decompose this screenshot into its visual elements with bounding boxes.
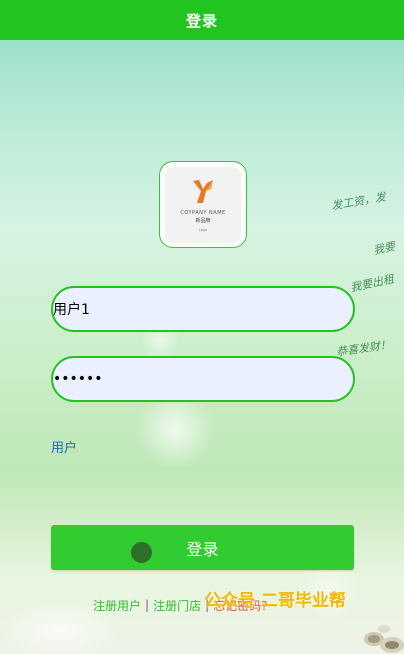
app-logo: COYPANY NAME 新品牌 Logo [159,161,247,248]
password-field[interactable] [51,356,355,402]
seashell-decoration-icon [364,625,404,653]
username-input[interactable] [53,288,353,330]
username-field[interactable] [51,286,355,332]
decor-text: 我要 [371,239,397,258]
register-user-link[interactable]: 注册用户 [93,597,141,614]
decor-text: 我要出租 [349,272,395,295]
decor-text: 恭喜发财！ [335,338,392,359]
app-header: 登录 [0,0,404,40]
link-separator: | [145,598,150,612]
role-user-link[interactable]: 用户 [51,437,77,456]
decor-text: 发工资，发 [330,190,387,213]
logo-brand-cn: 新品牌 [195,218,211,224]
password-input[interactable] [53,358,353,400]
register-store-link[interactable]: 注册门店 [153,597,201,614]
brand-mark-icon [193,180,213,203]
touch-indicator [131,542,152,563]
page-title: 登录 [185,11,218,30]
bokeh-light [135,390,215,470]
logo-image: COYPANY NAME 新品牌 Logo [165,166,241,243]
logo-brand-en: COYPANY NAME [180,210,226,216]
logo-caption: Logo [198,228,208,232]
watermark-text: 公众号 二哥毕业帮 [204,591,346,611]
login-button[interactable]: 登录 [51,525,354,570]
